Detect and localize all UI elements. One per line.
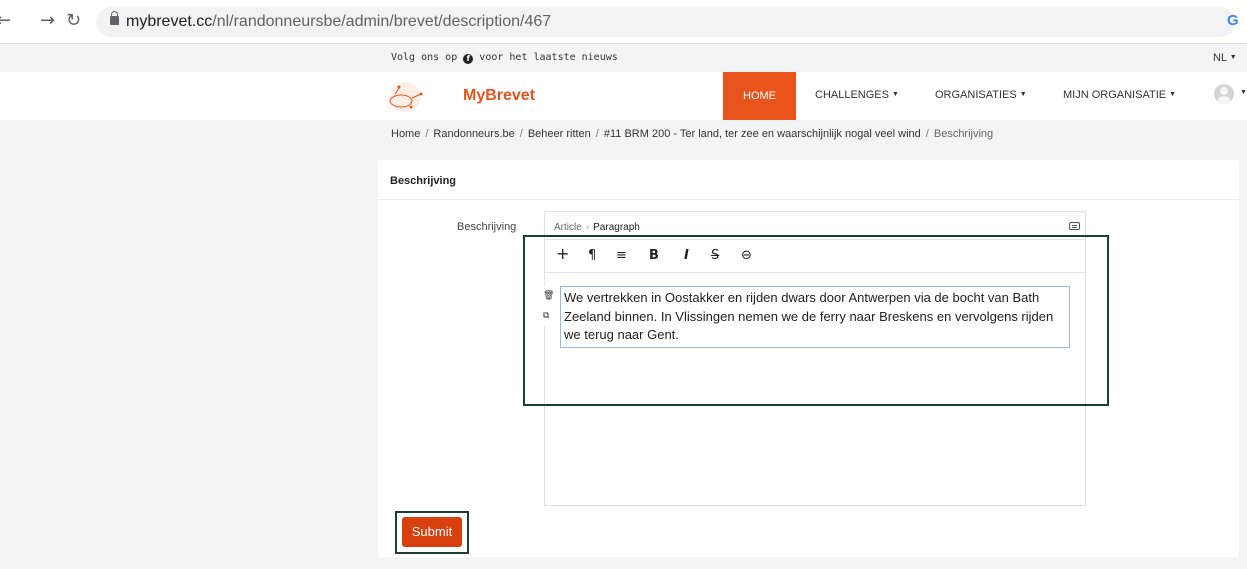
nav-home[interactable]: HOME — [723, 72, 796, 120]
highlight-box — [395, 511, 469, 554]
avatar[interactable] — [1214, 84, 1234, 104]
nav-challenges[interactable]: CHALLENGES ▼ — [815, 89, 899, 101]
follow-text: Volg ons op f voor het laatste nieuws — [391, 52, 618, 64]
site-header: MyBrevet HOME CHALLENGES ▼ ORGANISATIES … — [0, 72, 1247, 120]
back-icon[interactable]: ← — [0, 10, 11, 32]
keyboard-icon[interactable] — [1069, 222, 1080, 230]
nav-organisaties[interactable]: ORGANISATIES ▼ — [935, 89, 1027, 101]
language-selector[interactable]: NL ▼ — [1213, 52, 1237, 64]
editor-breadcrumb: Article › Paragraph — [554, 222, 640, 233]
breadcrumb-brevet[interactable]: #11 BRM 200 - Ter land, ter zee en waars… — [604, 128, 921, 140]
google-icon[interactable]: G — [1227, 12, 1239, 29]
nav-mijn-organisatie[interactable]: MIJN ORGANISATIE ▼ — [1063, 89, 1176, 101]
breadcrumb-beheer-ritten[interactable]: Beheer ritten — [528, 128, 591, 140]
follow-bar: Volg ons op f voor het laatste nieuws NL… — [0, 44, 1247, 72]
field-label: Beschrijving — [457, 221, 517, 233]
logo-icon — [389, 82, 423, 112]
facebook-icon[interactable]: f — [463, 54, 474, 64]
brand-name[interactable]: MyBrevet — [463, 87, 535, 105]
highlight-box — [523, 235, 1109, 406]
chevron-down-icon[interactable]: ▼ — [1240, 89, 1247, 96]
divider — [378, 199, 1239, 200]
reload-icon[interactable]: ↻ — [66, 10, 81, 32]
lock-icon — [110, 11, 119, 25]
forward-icon[interactable]: → — [40, 10, 55, 32]
breadcrumb: Home / Randonneurs.be / Beheer ritten / #11 BR… — [391, 128, 994, 140]
breadcrumb-current: Beschrijving — [933, 128, 994, 140]
address-bar[interactable]: mybrevet.cc/nl/randonneursbe/admin/breve… — [96, 7, 1236, 37]
breadcrumb-randonneurs[interactable]: Randonneurs.be — [433, 128, 514, 140]
browser-toolbar: ← → ↻ mybrevet.cc/nl/randonneursbe/admin… — [0, 0, 1247, 44]
card-title: Beschrijving — [390, 175, 457, 187]
url-text: mybrevet.cc/nl/randonneursbe/admin/breve… — [126, 13, 552, 30]
breadcrumb-home[interactable]: Home — [391, 128, 420, 140]
